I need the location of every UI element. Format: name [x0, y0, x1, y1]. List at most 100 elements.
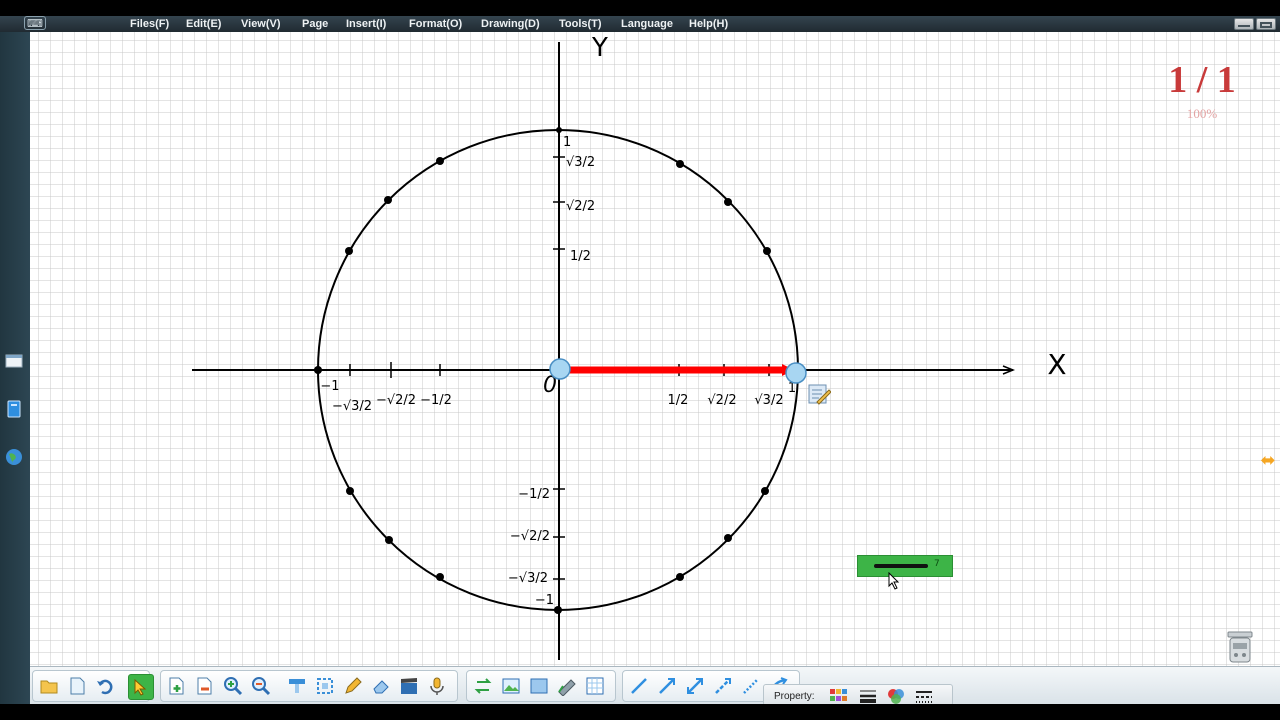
menu-page[interactable]: Page — [302, 16, 328, 32]
switch-arrows-icon — [474, 678, 492, 694]
add-page-icon — [169, 677, 184, 695]
ruler-icon — [558, 679, 576, 696]
x-tick-label-neg-half: −1/2 — [420, 393, 452, 408]
point-90 — [556, 127, 562, 133]
vector-end-handle[interactable] — [785, 362, 807, 384]
point-330 — [761, 487, 769, 495]
edit-note-icon[interactable] — [807, 382, 832, 406]
screen-shade-icon — [289, 679, 305, 693]
clapper-icon — [401, 678, 417, 694]
menu-drawing[interactable]: Drawing(D) — [481, 16, 540, 32]
menu-view[interactable]: View(V) — [241, 16, 281, 32]
dashed-line-icon — [715, 678, 731, 694]
image-icon — [502, 678, 520, 694]
eraser-icon — [373, 680, 389, 694]
grid-icon — [586, 677, 604, 695]
book-icon[interactable] — [5, 400, 23, 418]
select-button[interactable] — [128, 674, 154, 700]
open-file-button[interactable] — [37, 674, 61, 698]
menu-edit[interactable]: Edit(E) — [186, 16, 221, 32]
y-tick-label-sqrt3: √3/2 — [566, 155, 595, 170]
point-210 — [346, 487, 354, 495]
zoom-level: 100% — [1186, 106, 1218, 121]
spotlight-button[interactable] — [313, 674, 337, 698]
grid-button[interactable] — [583, 674, 607, 698]
spotlight-icon — [317, 678, 333, 694]
line-width-popup[interactable]: 7 — [857, 555, 953, 577]
dotted-line-icon — [743, 678, 759, 694]
property-label: Property: — [774, 691, 815, 702]
microphone-button[interactable] — [425, 674, 449, 698]
pen-button[interactable] — [341, 674, 365, 698]
whiteboard-canvas[interactable]: X Y 0 1/2 √2/2 √3/2 1 −1/2 −√2/2 −√3/2 −… — [30, 32, 1280, 666]
delete-page-button[interactable] — [193, 674, 217, 698]
page-counter: 1 / 1 — [1168, 59, 1236, 101]
zoom-in-icon — [224, 677, 243, 696]
property-panel: Property: — [763, 684, 953, 706]
point-45 — [724, 198, 732, 206]
point-270 — [554, 606, 562, 614]
mouse-cursor-icon — [888, 571, 900, 590]
y-tick-label-neg-half: −1/2 — [518, 487, 550, 502]
line-width-icon — [860, 690, 876, 703]
globe-icon[interactable] — [5, 448, 23, 465]
line-width-value: 7 — [934, 559, 940, 569]
image-button[interactable] — [499, 674, 523, 698]
y-tick-label-half: 1/2 — [570, 249, 591, 264]
app-logo-icon[interactable]: ⌨ — [24, 16, 46, 30]
menu-format[interactable]: Format(O) — [409, 16, 462, 32]
point-180 — [314, 366, 322, 374]
zoom-out-button[interactable] — [249, 674, 273, 698]
x-tick-label-sqrt2: √2/2 — [707, 393, 736, 408]
delete-page-icon — [197, 677, 212, 695]
microphone-icon — [430, 677, 444, 695]
toolbar-group-insert — [466, 670, 616, 702]
y-tick-label-neg-sqrt3: −√3/2 — [508, 571, 548, 586]
eraser-button[interactable] — [369, 674, 393, 698]
menu-files[interactable]: Files(F) — [130, 16, 169, 32]
y-tick-label-sqrt2: √2/2 — [566, 199, 595, 214]
add-page-button[interactable] — [165, 674, 189, 698]
undo-button[interactable] — [93, 674, 117, 698]
zoom-out-icon — [252, 677, 271, 696]
menu-tools[interactable]: Tools(T) — [559, 16, 602, 32]
vector-start-handle[interactable] — [549, 358, 571, 380]
bottom-black-bar — [0, 704, 1280, 720]
menu-language[interactable]: Language — [621, 16, 673, 32]
point-300 — [676, 573, 684, 581]
menu-insert[interactable]: Insert(I) — [346, 16, 386, 32]
dotted-line-button[interactable] — [739, 674, 763, 698]
record-button[interactable] — [397, 674, 421, 698]
cursor-icon — [134, 678, 147, 696]
line-button[interactable] — [627, 674, 651, 698]
point-240 — [436, 573, 444, 581]
arrow-line-button[interactable] — [655, 674, 679, 698]
ruler-button[interactable] — [555, 674, 579, 698]
new-page-button[interactable] — [65, 674, 89, 698]
x-tick-label-sqrt3: √3/2 — [754, 393, 783, 408]
title-bar — [0, 0, 1280, 16]
x-tick-label-half: 1/2 — [668, 393, 689, 408]
window-icon[interactable] — [5, 354, 23, 370]
y-tick-label-neg-sqrt2: −√2/2 — [510, 529, 550, 544]
double-arrow-line-button[interactable] — [683, 674, 707, 698]
background-button[interactable] — [527, 674, 551, 698]
expand-arrow-icon[interactable]: ⬌ — [1258, 452, 1278, 470]
restore-button[interactable] — [1256, 18, 1276, 30]
minimize-button[interactable] — [1234, 18, 1254, 30]
point-120 — [436, 157, 444, 165]
x-tick-label-neg-sqrt3: −√3/2 — [332, 399, 372, 414]
point-150 — [345, 247, 353, 255]
point-135 — [384, 196, 392, 204]
color-circles-icon — [888, 689, 904, 704]
bottom-toolbar — [30, 666, 1280, 705]
trash-icon[interactable] — [1224, 630, 1256, 664]
line-style-icon — [916, 691, 932, 703]
toolbar-group-page — [160, 670, 458, 702]
switch-button[interactable] — [471, 674, 495, 698]
zoom-in-button[interactable] — [221, 674, 245, 698]
menu-help[interactable]: Help(H) — [689, 16, 728, 32]
dashed-line-button[interactable] — [711, 674, 735, 698]
pen-icon — [345, 677, 362, 694]
screen-shade-button[interactable] — [285, 674, 309, 698]
